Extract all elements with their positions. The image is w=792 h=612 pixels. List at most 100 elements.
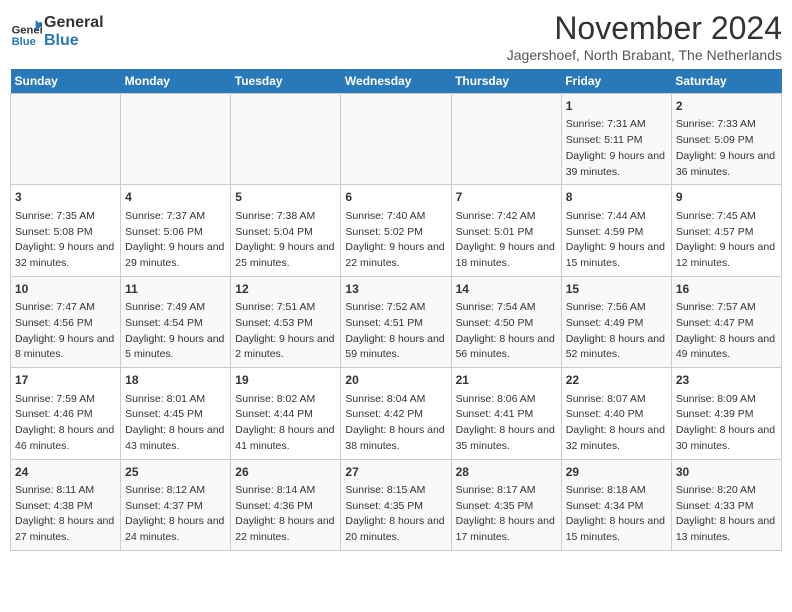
day-number: 5 — [235, 189, 336, 206]
day-number: 7 — [456, 189, 557, 206]
calendar-cell: 13Sunrise: 7:52 AMSunset: 4:51 PMDayligh… — [341, 276, 451, 367]
day-info: Sunrise: 8:14 AMSunset: 4:36 PMDaylight:… — [235, 483, 336, 546]
calendar-cell — [451, 94, 561, 185]
calendar-cell: 19 Sunrise: 8:02 AMSunset: 4:44 PMDayligh… — [231, 368, 341, 459]
day-number: 29 — [566, 464, 667, 481]
day-info: Sunrise: 7:38 AMSunset: 5:04 PMDaylight:… — [235, 209, 336, 272]
day-number: 4 — [125, 189, 226, 206]
day-info: Sunrise: 7:45 AMSunset: 4:57 PMDaylight:… — [676, 209, 777, 272]
day-number: 6 — [345, 189, 446, 206]
day-info: Sunrise: 7:31 AMSunset: 5:11 PMDaylight:… — [566, 117, 667, 180]
calendar-cell: 17 Sunrise: 7:59 AMSunset: 4:46 PMDayligh… — [11, 368, 121, 459]
day-number: 9 — [676, 189, 777, 206]
calendar-week-row: 10 Sunrise: 7:47 AMSunset: 4:56 PMDayligh… — [11, 276, 782, 367]
calendar-cell: 15 Sunrise: 7:56 AMSunset: 4:49 PMDayligh… — [561, 276, 671, 367]
calendar-cell: 2Sunrise: 7:33 AMSunset: 5:09 PMDaylight… — [671, 94, 781, 185]
day-number: 20 — [345, 372, 446, 389]
calendar-cell: 7 Sunrise: 7:42 AMSunset: 5:01 PMDaylight… — [451, 185, 561, 276]
day-info: Sunrise: 7:57 AMSunset: 4:47 PMDaylight:… — [676, 300, 777, 363]
calendar-header-row: SundayMondayTuesdayWednesdayThursdayFrid… — [11, 69, 782, 94]
day-info: Sunrise: 8:11 AMSunset: 4:38 PMDaylight:… — [15, 483, 116, 546]
day-info: Sunrise: 7:54 AMSunset: 4:50 PMDaylight:… — [456, 300, 557, 363]
calendar-cell: 23Sunrise: 8:09 AMSunset: 4:39 PMDayligh… — [671, 368, 781, 459]
day-number: 18 — [125, 372, 226, 389]
day-number: 15 — [566, 281, 667, 298]
day-info: Sunrise: 8:20 AMSunset: 4:33 PMDaylight:… — [676, 483, 777, 546]
day-info: Sunrise: 7:40 AMSunset: 5:02 PMDaylight:… — [345, 209, 446, 272]
svg-text:Blue: Blue — [12, 35, 36, 47]
logo-icon: General Blue — [10, 16, 42, 48]
calendar-cell — [341, 94, 451, 185]
day-number: 16 — [676, 281, 777, 298]
calendar-table: SundayMondayTuesdayWednesdayThursdayFrid… — [10, 69, 782, 551]
day-number: 28 — [456, 464, 557, 481]
day-number: 25 — [125, 464, 226, 481]
calendar-cell: 25 Sunrise: 8:12 AMSunset: 4:37 PMDayligh… — [121, 459, 231, 550]
calendar-cell: 30 Sunrise: 8:20 AMSunset: 4:33 PMDayligh… — [671, 459, 781, 550]
day-number: 12 — [235, 281, 336, 298]
calendar-week-row: 24 Sunrise: 8:11 AMSunset: 4:38 PMDayligh… — [11, 459, 782, 550]
day-info: Sunrise: 7:49 AMSunset: 4:54 PMDaylight:… — [125, 300, 226, 363]
calendar-cell — [11, 94, 121, 185]
calendar-week-row: 3 Sunrise: 7:35 AMSunset: 5:08 PMDaylight… — [11, 185, 782, 276]
calendar-cell — [121, 94, 231, 185]
day-number: 1 — [566, 98, 667, 115]
day-number: 8 — [566, 189, 667, 206]
day-info: Sunrise: 7:33 AMSunset: 5:09 PMDaylight:… — [676, 117, 777, 180]
calendar-cell: 8Sunrise: 7:44 AMSunset: 4:59 PMDaylight… — [561, 185, 671, 276]
day-header-sunday: Sunday — [11, 69, 121, 94]
day-header-saturday: Saturday — [671, 69, 781, 94]
day-header-wednesday: Wednesday — [341, 69, 451, 94]
day-header-tuesday: Tuesday — [231, 69, 341, 94]
day-number: 11 — [125, 281, 226, 298]
calendar-cell: 12Sunrise: 7:51 AMSunset: 4:53 PMDayligh… — [231, 276, 341, 367]
day-header-friday: Friday — [561, 69, 671, 94]
day-info: Sunrise: 8:12 AMSunset: 4:37 PMDaylight:… — [125, 483, 226, 546]
calendar-cell: 21Sunrise: 8:06 AMSunset: 4:41 PMDayligh… — [451, 368, 561, 459]
day-info: Sunrise: 7:35 AMSunset: 5:08 PMDaylight:… — [15, 209, 116, 272]
calendar-cell — [231, 94, 341, 185]
day-number: 19 — [235, 372, 336, 389]
calendar-cell: 24 Sunrise: 8:11 AMSunset: 4:38 PMDayligh… — [11, 459, 121, 550]
calendar-cell: 29Sunrise: 8:18 AMSunset: 4:34 PMDayligh… — [561, 459, 671, 550]
day-number: 3 — [15, 189, 116, 206]
day-number: 27 — [345, 464, 446, 481]
subtitle: Jagershoef, North Brabant, The Netherlan… — [507, 47, 782, 63]
calendar-cell: 22 Sunrise: 8:07 AMSunset: 4:40 PMDayligh… — [561, 368, 671, 459]
calendar-cell: 20Sunrise: 8:04 AMSunset: 4:42 PMDayligh… — [341, 368, 451, 459]
calendar-cell: 28 Sunrise: 8:17 AMSunset: 4:35 PMDayligh… — [451, 459, 561, 550]
day-number: 22 — [566, 372, 667, 389]
day-number: 26 — [235, 464, 336, 481]
day-number: 17 — [15, 372, 116, 389]
calendar-cell: 4 Sunrise: 7:37 AMSunset: 5:06 PMDaylight… — [121, 185, 231, 276]
calendar-cell: 3 Sunrise: 7:35 AMSunset: 5:08 PMDaylight… — [11, 185, 121, 276]
logo: General Blue General Blue — [10, 14, 104, 49]
calendar-cell: 27 Sunrise: 8:15 AMSunset: 4:35 PMDayligh… — [341, 459, 451, 550]
day-number: 30 — [676, 464, 777, 481]
day-info: Sunrise: 7:59 AMSunset: 4:46 PMDaylight:… — [15, 392, 116, 455]
day-header-thursday: Thursday — [451, 69, 561, 94]
day-info: Sunrise: 8:07 AMSunset: 4:40 PMDaylight:… — [566, 392, 667, 455]
day-info: Sunrise: 7:47 AMSunset: 4:56 PMDaylight:… — [15, 300, 116, 363]
calendar-cell: 16 Sunrise: 7:57 AMSunset: 4:47 PMDayligh… — [671, 276, 781, 367]
day-info: Sunrise: 8:17 AMSunset: 4:35 PMDaylight:… — [456, 483, 557, 546]
calendar-week-row: 1 Sunrise: 7:31 AMSunset: 5:11 PMDaylight… — [11, 94, 782, 185]
calendar-cell: 14Sunrise: 7:54 AMSunset: 4:50 PMDayligh… — [451, 276, 561, 367]
day-info: Sunrise: 7:56 AMSunset: 4:49 PMDaylight:… — [566, 300, 667, 363]
day-number: 10 — [15, 281, 116, 298]
calendar-cell: 5 Sunrise: 7:38 AMSunset: 5:04 PMDaylight… — [231, 185, 341, 276]
calendar-cell: 6 Sunrise: 7:40 AMSunset: 5:02 PMDaylight… — [341, 185, 451, 276]
day-info: Sunrise: 7:42 AMSunset: 5:01 PMDaylight:… — [456, 209, 557, 272]
calendar-cell: 11 Sunrise: 7:49 AMSunset: 4:54 PMDayligh… — [121, 276, 231, 367]
calendar-week-row: 17 Sunrise: 7:59 AMSunset: 4:46 PMDayligh… — [11, 368, 782, 459]
calendar-cell: 26 Sunrise: 8:14 AMSunset: 4:36 PMDayligh… — [231, 459, 341, 550]
day-info: Sunrise: 8:15 AMSunset: 4:35 PMDaylight:… — [345, 483, 446, 546]
day-info: Sunrise: 8:06 AMSunset: 4:41 PMDaylight:… — [456, 392, 557, 455]
calendar-cell: 9 Sunrise: 7:45 AMSunset: 4:57 PMDaylight… — [671, 185, 781, 276]
calendar-cell: 1 Sunrise: 7:31 AMSunset: 5:11 PMDaylight… — [561, 94, 671, 185]
day-info: Sunrise: 8:02 AMSunset: 4:44 PMDaylight:… — [235, 392, 336, 455]
day-info: Sunrise: 8:01 AMSunset: 4:45 PMDaylight:… — [125, 392, 226, 455]
day-info: Sunrise: 7:37 AMSunset: 5:06 PMDaylight:… — [125, 209, 226, 272]
title-section: November 2024 Jagershoef, North Brabant,… — [507, 10, 782, 63]
day-number: 24 — [15, 464, 116, 481]
